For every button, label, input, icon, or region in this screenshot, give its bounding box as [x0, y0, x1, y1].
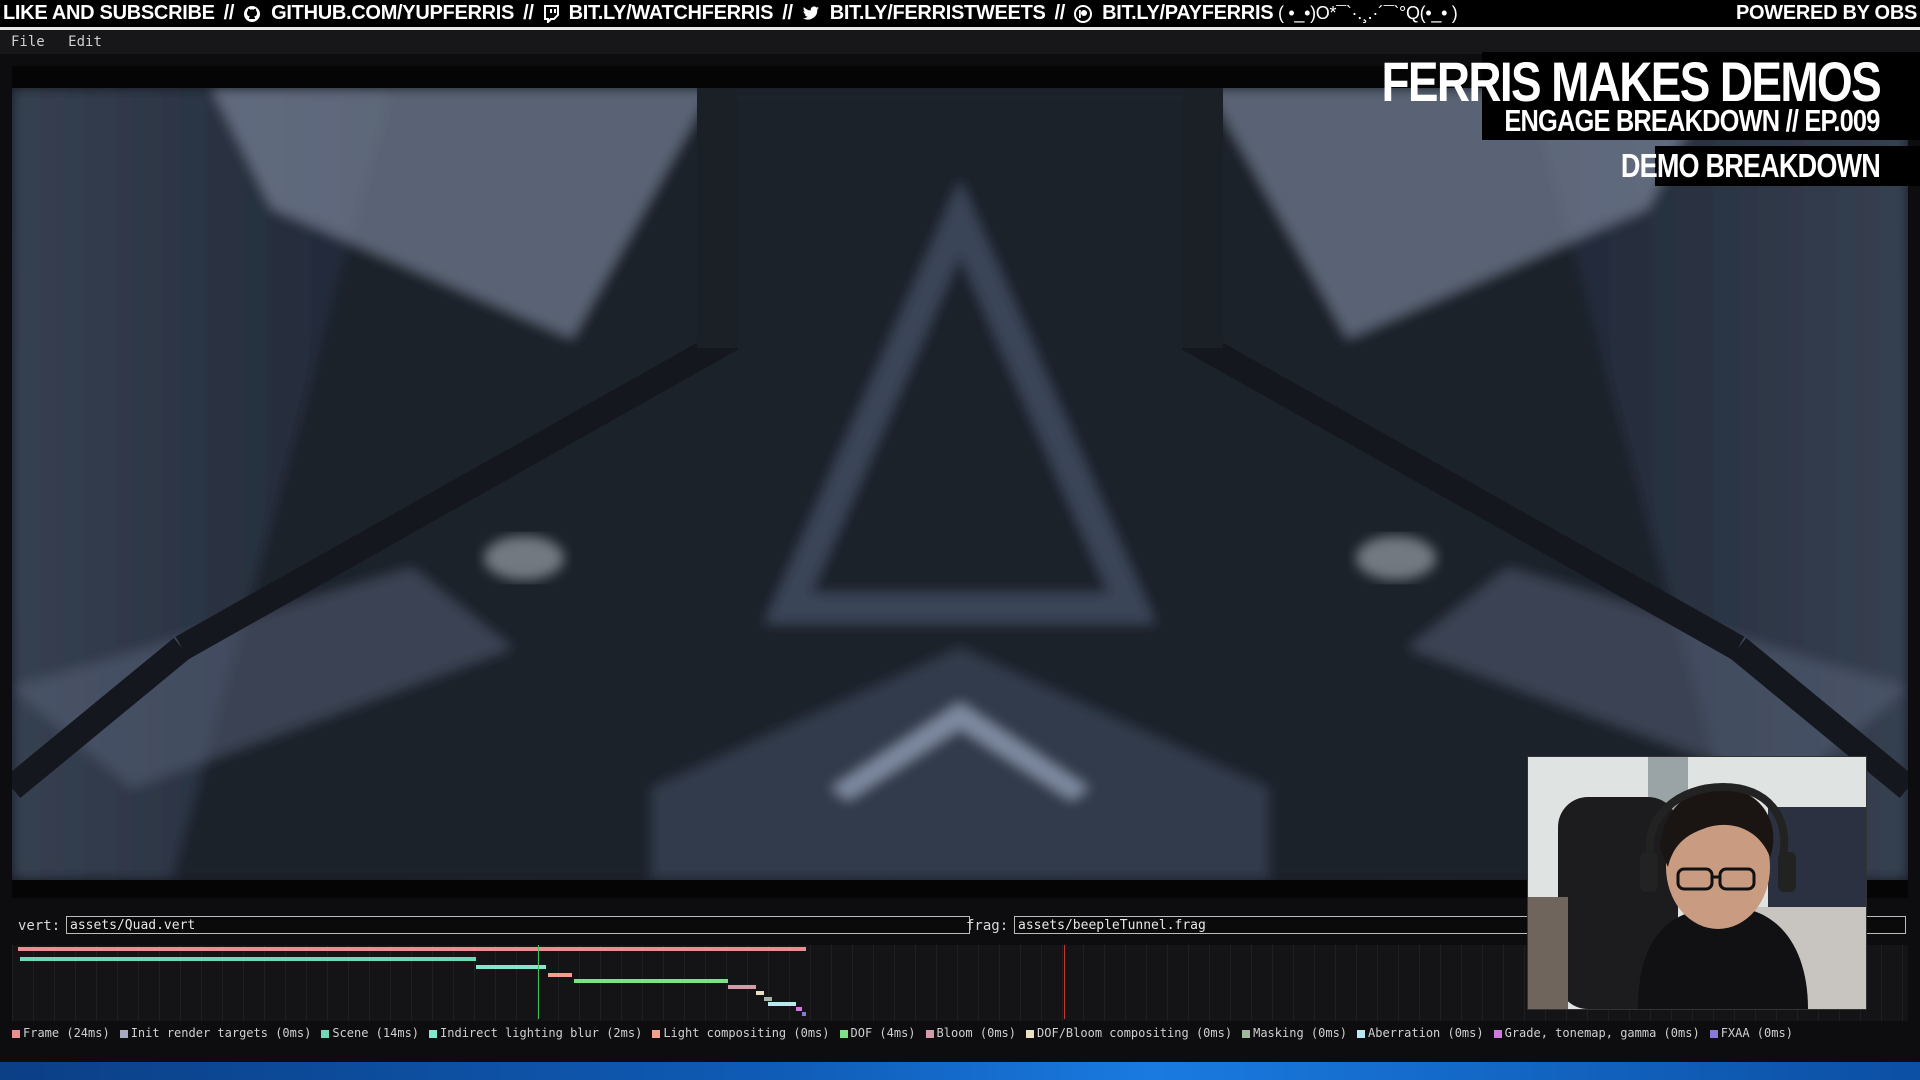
legend-swatch — [1357, 1029, 1366, 1038]
legend-label: Indirect lighting blur (2ms) — [440, 1026, 643, 1040]
legend-item: Bloom (0ms) — [925, 1024, 1017, 1042]
legend-item: Indirect lighting blur (2ms) — [429, 1024, 642, 1042]
vert-shader-input[interactable]: assets/Quad.vert — [66, 916, 970, 934]
legend-swatch — [429, 1029, 438, 1038]
menu-edit[interactable]: Edit — [68, 34, 102, 50]
timeline-bar-bloom — [728, 985, 756, 989]
legend-item: Frame (24ms) — [12, 1024, 110, 1042]
legend-label: DOF/Bloom compositing (0ms) — [1037, 1026, 1233, 1040]
menu-file[interactable]: File — [11, 34, 45, 50]
banner-separator: // — [1054, 2, 1066, 24]
legend-label: Aberration (0ms) — [1368, 1026, 1484, 1040]
legend-swatch — [1709, 1029, 1718, 1038]
legend-item: Light compositing (0ms) — [652, 1024, 830, 1042]
timeline-cursor-green[interactable] — [538, 945, 539, 1019]
twitch-icon — [543, 4, 559, 23]
legend-swatch — [1242, 1029, 1251, 1038]
legend-item: FXAA (0ms) — [1709, 1024, 1793, 1042]
legend-item: DOF/Bloom compositing (0ms) — [1026, 1024, 1232, 1042]
legend-label: Masking (0ms) — [1253, 1026, 1348, 1040]
legend-item: Grade, tonemap, gamma (0ms) — [1493, 1024, 1700, 1042]
legend-label: Bloom (0ms) — [936, 1026, 1017, 1040]
timeline-bar-fxaa — [802, 1012, 806, 1016]
banner-separator: // — [523, 2, 534, 24]
legend-item: Init render targets (0ms) — [119, 1024, 312, 1042]
timeline-bar-grade — [796, 1007, 802, 1011]
frag-label: frag: — [966, 918, 1009, 934]
banner-like-subscribe: LIKE AND SUBSCRIBE — [3, 2, 215, 24]
banner-twitch: BIT.LY/WATCHFERRIS — [568, 2, 774, 24]
timeline-bar-dof-bloom-compositing — [756, 991, 764, 995]
banner-links: LIKE AND SUBSCRIBE // GITHUB.COM/YUPFERR… — [0, 0, 1274, 27]
legend-swatch — [12, 1029, 20, 1038]
banner-github: GITHUB.COM/YUPFERRIS — [271, 2, 515, 24]
episode-number: EP.009 — [1804, 103, 1881, 138]
banner-patreon: BIT.LY/PAYFERRIS — [1102, 2, 1274, 24]
legend-item: Masking (0ms) — [1242, 1024, 1347, 1042]
vert-label: vert: — [18, 918, 61, 934]
section-label: DEMO BREAKDOWN — [1620, 147, 1881, 184]
stream-banner: LIKE AND SUBSCRIBE // GITHUB.COM/YUPFERR… — [0, 0, 1920, 27]
banner-powered-by: POWERED BY OBS — [1735, 2, 1917, 24]
desktop-taskbar — [0, 1062, 1920, 1080]
legend-label: Scene (14ms) — [332, 1026, 420, 1040]
legend-label: Init render targets (0ms) — [130, 1026, 312, 1040]
timeline-bar-light-compositing — [548, 973, 572, 977]
legend-swatch — [839, 1029, 848, 1038]
banner-separator: // — [223, 2, 235, 24]
legend-swatch — [119, 1029, 128, 1038]
timeline-bar-aberration — [768, 1002, 796, 1006]
legend-label: Grade, tonemap, gamma (0ms) — [1504, 1026, 1700, 1040]
legend-swatch — [925, 1029, 934, 1038]
banner-separator: // — [782, 2, 793, 24]
twitter-icon — [802, 5, 820, 22]
timeline-bar-masking — [764, 997, 772, 1001]
patreon-icon — [1074, 4, 1093, 23]
banner-emoticon: ( •_•)O*¯`·.¸.·´¯`°Q(•_• ) — [1278, 3, 1458, 23]
timeline-bar-scene — [20, 957, 476, 961]
legend-swatch — [1026, 1029, 1035, 1038]
webcam-image — [1528, 757, 1866, 1009]
legend-label: Light compositing (0ms) — [663, 1026, 830, 1040]
episode-name: ENGAGE BREAKDOWN — [1504, 103, 1781, 138]
legend-item: Scene (14ms) — [321, 1024, 419, 1042]
timeline-bar-frame — [18, 947, 806, 951]
legend-swatch — [652, 1029, 661, 1038]
profiler-legend: Frame (24ms) Init render targets (0ms) Sce… — [12, 1024, 1908, 1042]
timeline-bar-indirect-blur — [476, 965, 546, 969]
timeline-cursor-red[interactable] — [1064, 945, 1065, 1019]
legend-label: Frame (24ms) — [23, 1026, 110, 1040]
legend-swatch — [1493, 1029, 1502, 1038]
subtitle-separator: // — [1786, 103, 1799, 138]
legend-swatch — [321, 1029, 330, 1038]
legend-label: DOF (4ms) — [850, 1026, 916, 1040]
github-icon — [243, 5, 261, 23]
legend-label: FXAA (0ms) — [1720, 1026, 1793, 1040]
timeline-bar-dof — [574, 979, 728, 983]
webcam-feed — [1527, 756, 1867, 1010]
legend-item: DOF (4ms) — [839, 1024, 916, 1042]
banner-twitter: BIT.LY/FERRISTWEETS — [829, 2, 1046, 24]
legend-item: Aberration (0ms) — [1357, 1024, 1484, 1042]
episode-subtitle: ENGAGE BREAKDOWN // EP.009 — [1504, 103, 1881, 138]
